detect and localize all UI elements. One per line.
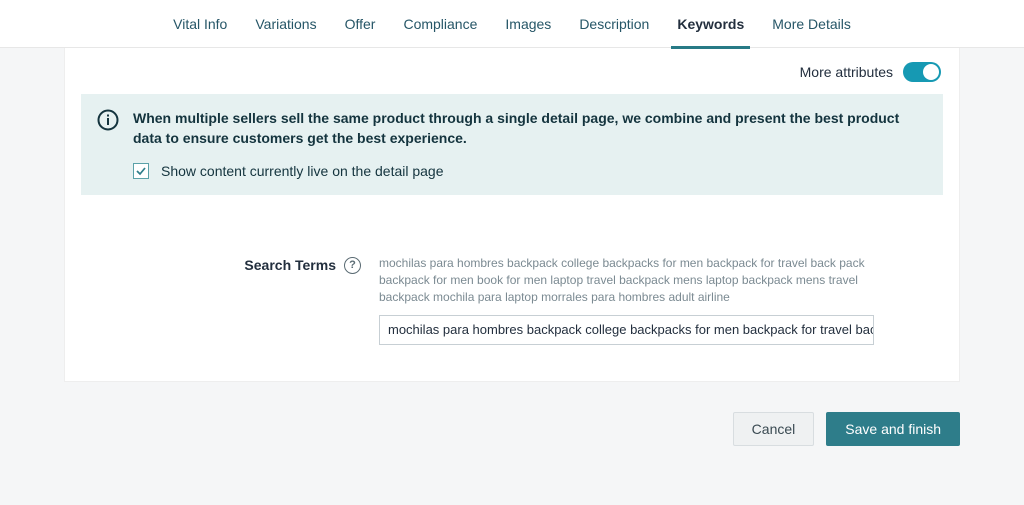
tab-label: Compliance [403,16,477,32]
check-icon [135,165,147,177]
tab-images[interactable]: Images [491,0,565,48]
show-content-row: Show content currently live on the detai… [133,163,927,179]
tab-keywords[interactable]: Keywords [663,0,758,48]
more-attributes-toggle[interactable] [903,62,941,82]
tab-label: Keywords [677,16,744,32]
save-and-finish-button[interactable]: Save and finish [826,412,960,446]
search-terms-input[interactable]: mochilas para hombres backpack college b… [379,315,874,345]
tab-compliance[interactable]: Compliance [389,0,491,48]
show-content-checkbox[interactable] [133,163,149,179]
info-box: When multiple sellers sell the same prod… [81,94,943,195]
tab-vital-info[interactable]: Vital Info [159,0,241,48]
button-label: Save and finish [845,421,941,437]
search-terms-input-value: mochilas para hombres backpack college b… [388,322,874,337]
tab-label: Offer [345,16,376,32]
tab-offer[interactable]: Offer [331,0,390,48]
tab-label: Images [505,16,551,32]
cancel-button[interactable]: Cancel [733,412,815,446]
search-terms-hint: mochilas para hombres backpack college b… [379,255,874,307]
tab-description[interactable]: Description [565,0,663,48]
button-label: Cancel [752,421,796,437]
show-content-label: Show content currently live on the detai… [161,163,444,179]
help-icon[interactable]: ? [344,257,361,274]
tab-label: Vital Info [173,16,227,32]
info-text: When multiple sellers sell the same prod… [133,108,927,149]
info-icon [97,109,119,131]
search-terms-field: Search Terms ? mochilas para hombres bac… [65,225,959,381]
tab-bar: Vital Info Variations Offer Compliance I… [0,0,1024,48]
field-label-col: Search Terms ? [81,255,369,274]
info-body: When multiple sellers sell the same prod… [133,108,927,179]
more-attributes-label: More attributes [800,64,893,80]
tab-label: Variations [255,16,316,32]
footer: Cancel Save and finish [0,402,1024,446]
tab-variations[interactable]: Variations [241,0,330,48]
field-value-col: mochilas para hombres backpack college b… [369,255,943,345]
panel: More attributes When multiple sellers se… [64,48,960,382]
tab-more-details[interactable]: More Details [758,0,865,48]
search-terms-label: Search Terms [244,257,336,273]
tab-label: Description [579,16,649,32]
more-attributes-row: More attributes [65,48,959,94]
tab-label: More Details [772,16,851,32]
